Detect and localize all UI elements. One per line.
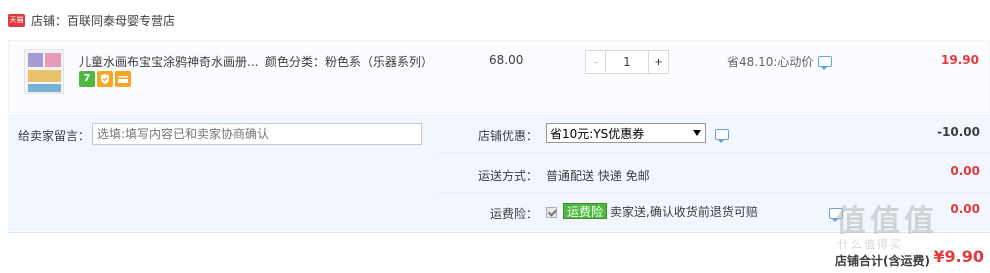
shipping-amount: 0.00 <box>950 164 980 178</box>
credit-card-icon[interactable] <box>115 71 131 87</box>
divider <box>436 152 990 153</box>
shipping-method: 普通配送 快递 免邮 <box>546 169 650 183</box>
product-title[interactable]: 儿童水画布宝宝涂鸦神奇水画册... <box>79 53 259 70</box>
sku-label: 颜色分类： <box>265 55 326 69</box>
memo-label: 给卖家留言： <box>18 129 91 143</box>
insurance-info: 运费险 卖家送,确认收货前退货可赔 <box>546 203 758 220</box>
savings-text: 省48.10:心动价 <box>727 55 814 69</box>
insurance-tag: 运费险 <box>563 203 608 219</box>
dropdown-arrow-icon <box>693 130 701 136</box>
increase-quantity-button[interactable]: + <box>648 51 668 73</box>
store-discount-label: 店铺优惠： <box>478 129 539 143</box>
chat-icon[interactable] <box>715 129 729 143</box>
thumbnail-tile <box>28 53 43 67</box>
quantity-stepper: - + <box>585 50 669 74</box>
store-bar: 天猫 店铺：百联同泰母婴专营店 <box>0 0 990 40</box>
thumbnail-tile <box>45 53 61 67</box>
watermark-subtext: 什么值得买 <box>838 238 903 251</box>
product-sku: 颜色分类：粉色系（乐器系列） <box>265 53 433 70</box>
divider <box>436 192 990 193</box>
seven-day-return-icon[interactable]: 7 <box>79 71 95 87</box>
shipping-label: 运送方式： <box>478 169 539 183</box>
store-name[interactable]: 店铺：百联同泰母婴专营店 <box>31 12 175 29</box>
insurance-text: 卖家送,确认收货前退货可赔 <box>610 205 758 219</box>
service-badges: 7 <box>79 71 131 87</box>
insurance-label: 运费险： <box>490 207 539 221</box>
item-total: 19.90 <box>941 53 979 67</box>
tmall-icon: 天猫 <box>8 13 25 27</box>
thumbnail-tile <box>28 70 61 82</box>
decrease-quantity-button[interactable]: - <box>586 51 606 73</box>
order-item-row: 儿童水画布宝宝涂鸦神奇水画册... 颜色分类：粉色系（乐器系列） 7 68.00… <box>8 40 990 113</box>
quantity-input[interactable] <box>606 51 648 73</box>
savings-info: 省48.10:心动价 <box>727 53 833 70</box>
store-discount-amount: -10.00 <box>937 125 980 139</box>
product-thumbnail[interactable] <box>24 49 64 94</box>
coupon-select[interactable]: 省10元:YS优惠券 <box>546 123 706 143</box>
unit-price: 68.00 <box>489 53 524 67</box>
coupon-selected-value: 省10元:YS优惠券 <box>550 126 645 141</box>
shield-icon[interactable] <box>97 71 113 87</box>
thumbnail-tile <box>28 84 61 92</box>
seller-memo-input[interactable] <box>92 123 422 145</box>
chat-icon[interactable] <box>818 56 833 70</box>
sku-value: 粉色系（乐器系列） <box>325 55 434 69</box>
insurance-checkbox[interactable] <box>546 207 557 218</box>
